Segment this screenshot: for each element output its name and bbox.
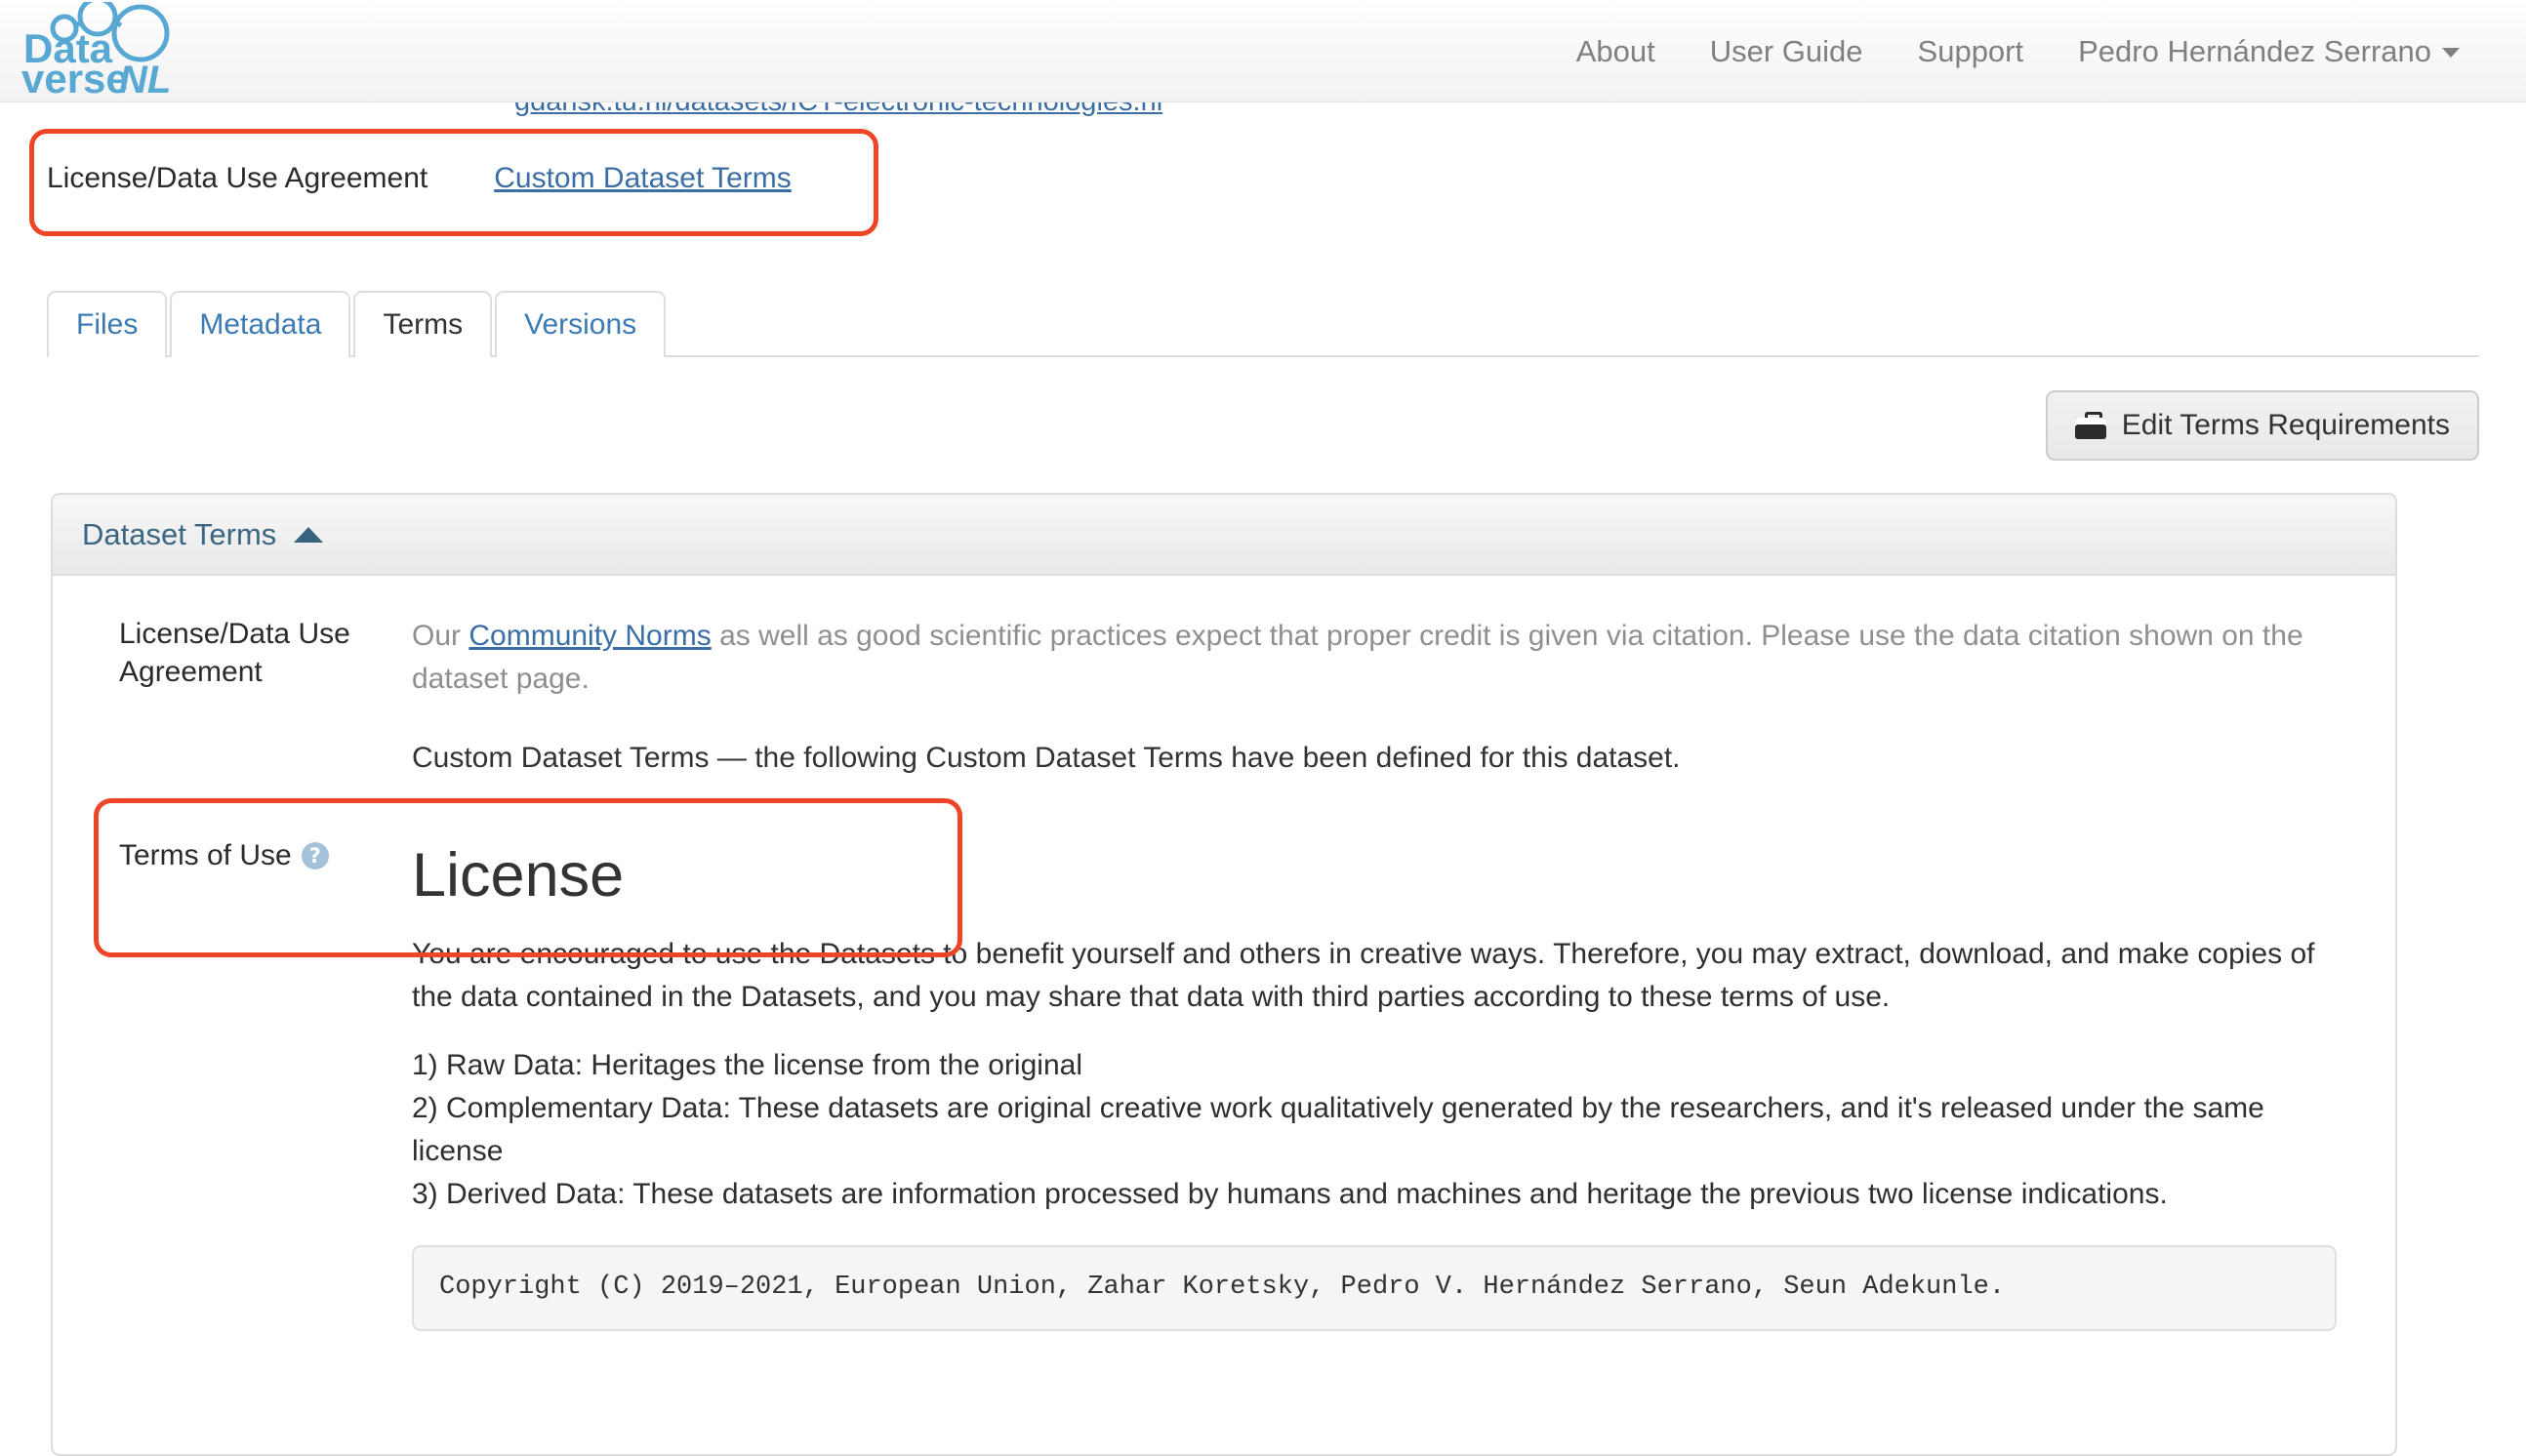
nav-links: About User Guide Support Pedro Hernández… — [1549, 0, 2487, 102]
license-summary-value[interactable]: Custom Dataset Terms — [494, 162, 792, 195]
svg-text:NL: NL — [119, 59, 171, 100]
edit-terms-requirements-label: Edit Terms Requirements — [2122, 409, 2450, 442]
community-norms-pre: Our — [412, 620, 469, 652]
terms-of-use-value: License You are encouraged to use the Da… — [412, 836, 2395, 1331]
edit-terms-requirements-button[interactable]: Edit Terms Requirements — [2046, 390, 2479, 461]
license-heading: License — [412, 842, 2337, 910]
list-item: 3) Derived Data: These datasets are info… — [412, 1173, 2337, 1216]
nav-about[interactable]: About — [1549, 34, 1683, 69]
community-norms-link[interactable]: Community Norms — [469, 620, 711, 652]
tab-metadata[interactable]: Metadata — [170, 291, 350, 357]
custom-terms-paragraph: Custom Dataset Terms — the following Cus… — [412, 737, 2337, 780]
dataset-tabbar: Files Metadata Terms Versions — [47, 287, 2479, 357]
dataset-terms-panel-body: License/Data Use Agreement Our Community… — [53, 576, 2395, 1454]
chevron-up-icon[interactable] — [294, 527, 323, 543]
license-summary-label: License/Data Use Agreement — [47, 162, 428, 195]
user-menu-toggle[interactable]: Pedro Hernández Serrano — [2051, 34, 2487, 69]
dataset-terms-panel: Dataset Terms License/Data Use Agreement… — [51, 493, 2397, 1456]
terms-of-use-paragraph: You are encouraged to use the Datasets t… — [412, 933, 2337, 1019]
list-item: 2) Complementary Data: These datasets ar… — [412, 1087, 2337, 1173]
license-agreement-value: Our Community Norms as well as good scie… — [412, 615, 2395, 817]
tab-files[interactable]: Files — [47, 291, 167, 357]
dataset-terms-title: Dataset Terms — [82, 517, 276, 552]
user-menu-label: Pedro Hernández Serrano — [2078, 34, 2431, 68]
list-item: 1) Raw Data: Heritages the license from … — [412, 1044, 2337, 1087]
license-summary-row: License/Data Use Agreement Custom Datase… — [47, 162, 792, 195]
terms-of-use-label-wrap: Terms of Use? — [53, 836, 412, 874]
briefcase-icon — [2075, 412, 2106, 439]
license-agreement-row: License/Data Use Agreement Our Community… — [53, 615, 2395, 817]
help-circle-icon[interactable]: ? — [302, 842, 329, 870]
chevron-down-icon — [2442, 48, 2460, 58]
community-norms-paragraph: Our Community Norms as well as good scie… — [412, 615, 2337, 700]
svg-text:verse: verse — [21, 56, 129, 100]
nav-user-guide[interactable]: User Guide — [1683, 34, 1891, 69]
terms-of-use-list: 1) Raw Data: Heritages the license from … — [412, 1044, 2337, 1216]
dataset-terms-panel-header[interactable]: Dataset Terms — [53, 495, 2395, 576]
nav-support[interactable]: Support — [1891, 34, 2052, 69]
copyright-code-block: Copyright (C) 2019–2021, European Union,… — [412, 1245, 2337, 1330]
site-logo[interactable]: Data verse NL — [14, 2, 267, 100]
license-agreement-label: License/Data Use Agreement — [53, 615, 412, 691]
terms-of-use-label: Terms of Use — [119, 839, 292, 871]
terms-of-use-row: Terms of Use? License You are encouraged… — [53, 836, 2395, 1331]
tab-versions[interactable]: Versions — [495, 291, 666, 357]
tab-terms[interactable]: Terms — [353, 291, 492, 357]
top-navbar: Data verse NL About User Guide Support P… — [0, 0, 2526, 102]
